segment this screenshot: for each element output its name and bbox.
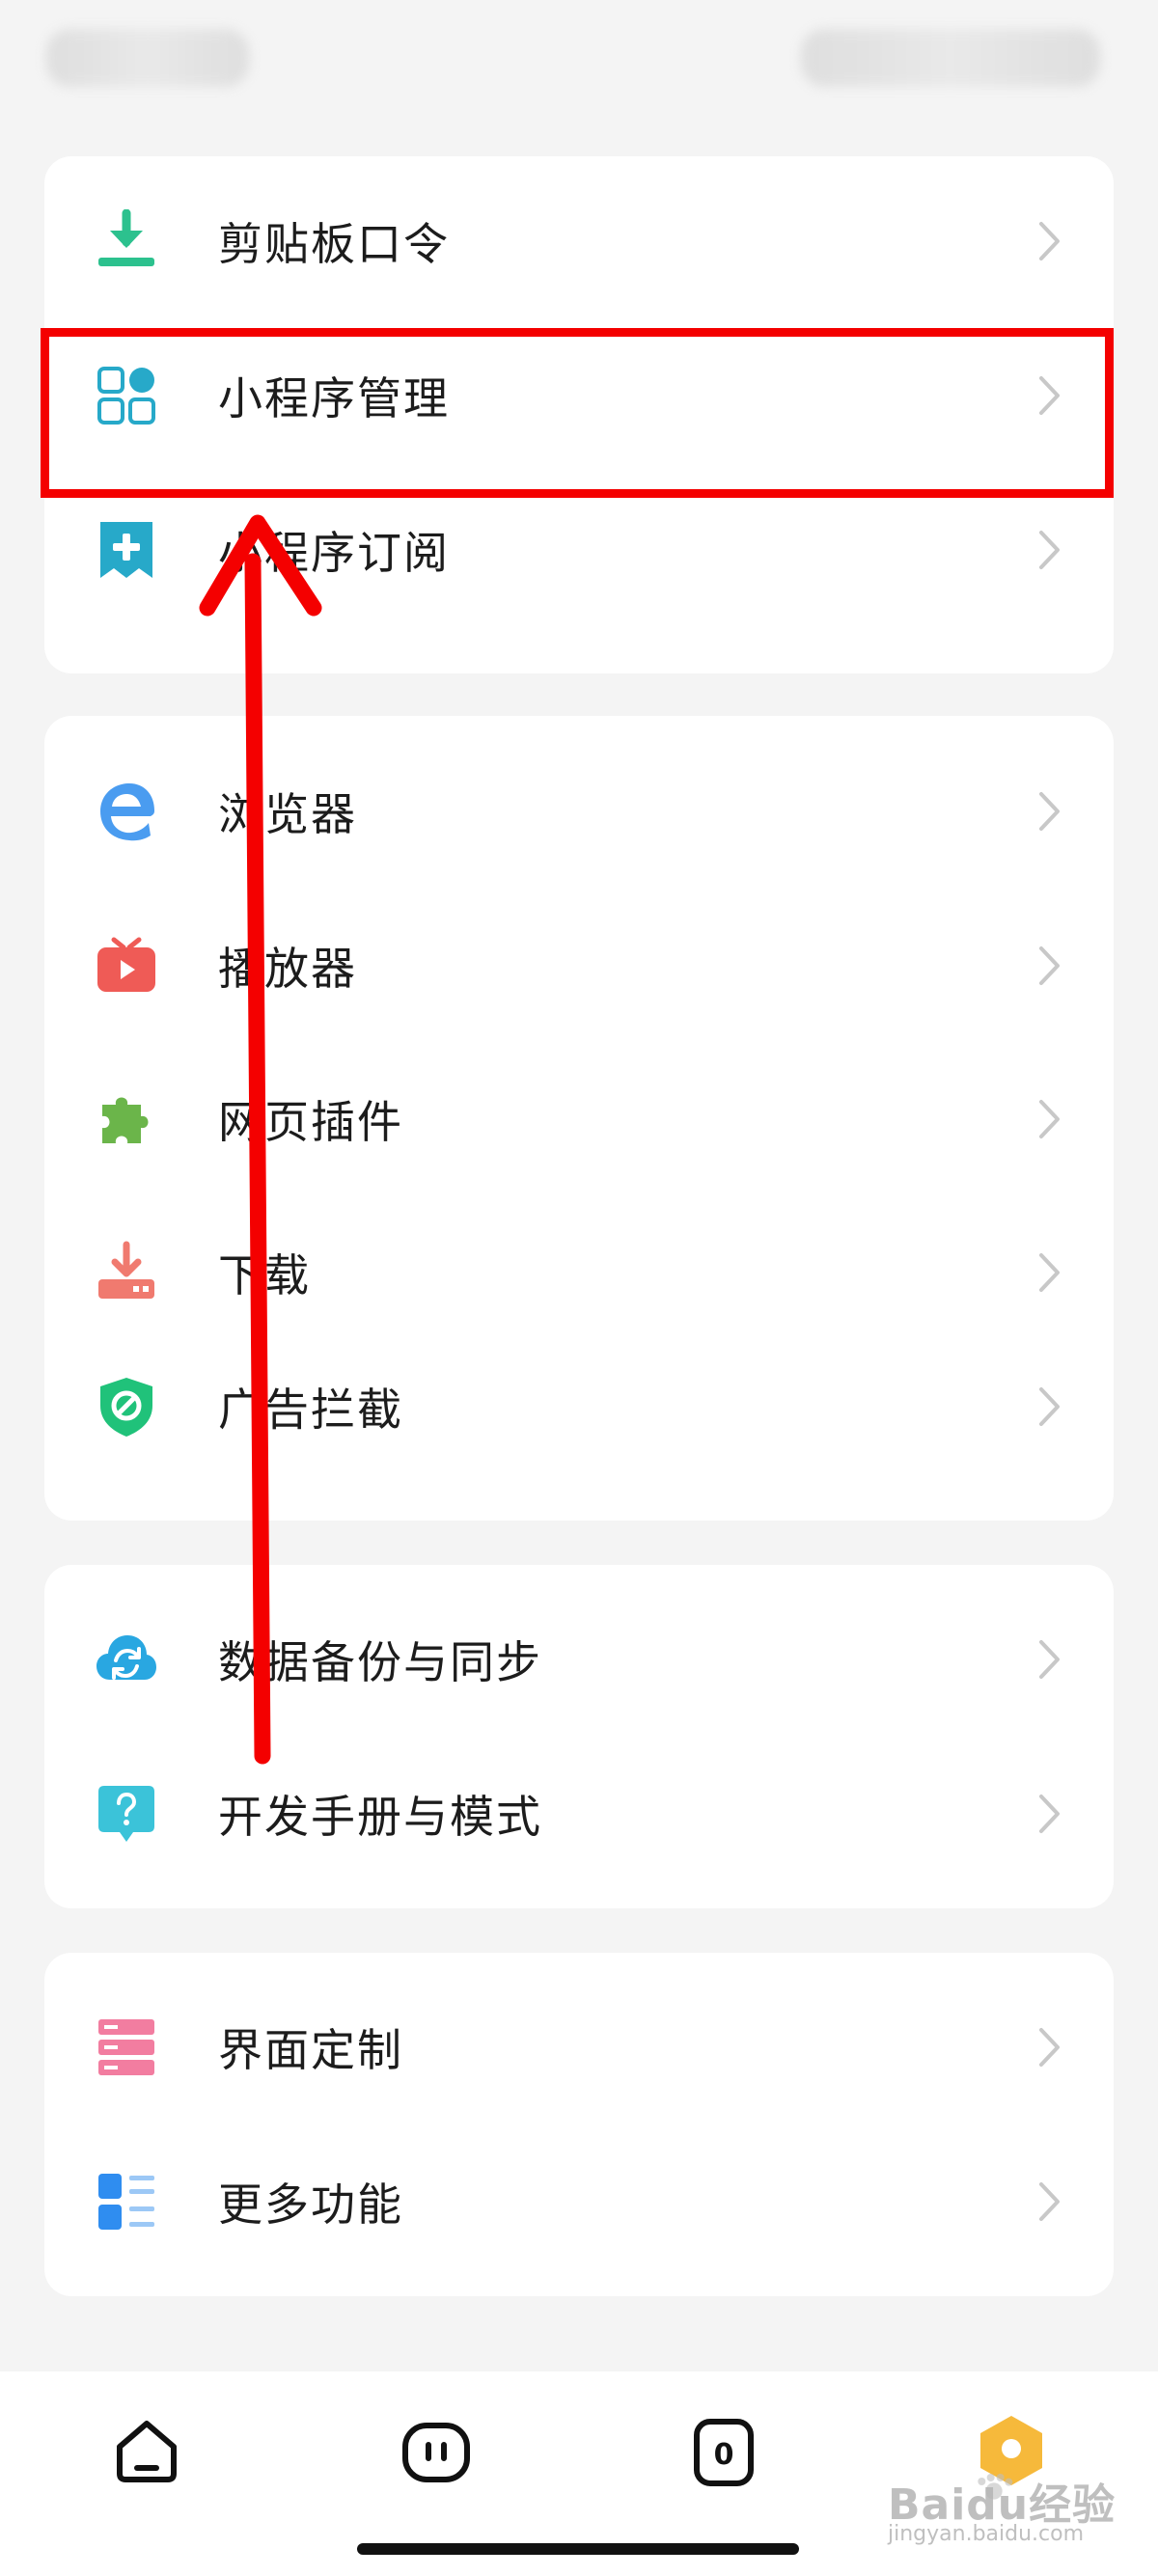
menu-item-label: 更多功能 <box>218 2179 403 2231</box>
nav-home-button[interactable] <box>108 2414 185 2491</box>
menu-item-browser[interactable]: 浏览器 <box>44 739 1114 884</box>
chevron-right-icon <box>1036 1097 1063 1141</box>
chevron-right-icon <box>1036 1250 1063 1295</box>
menu-item-label: 播放器 <box>218 943 357 995</box>
more-features-icon <box>95 2170 158 2233</box>
tab-count-text: 0 <box>714 2438 734 2472</box>
nav-tabs-button[interactable]: 0 <box>685 2414 762 2491</box>
settings-card-2: 浏览器 播放器 网页插件 下载 广告拦截 <box>44 716 1114 1521</box>
chevron-right-icon <box>1036 789 1063 834</box>
mini-program-grid-icon <box>95 364 158 427</box>
chevron-right-icon <box>1036 1384 1063 1429</box>
assistant-face-icon <box>402 2423 470 2482</box>
chevron-right-icon <box>1036 944 1063 988</box>
nav-assistant-button[interactable] <box>398 2414 475 2491</box>
browser-e-icon <box>95 780 158 843</box>
home-icon <box>117 2421 177 2482</box>
menu-item-mini-program-subscription[interactable]: 小程序订阅 <box>44 478 1114 622</box>
puzzle-plugin-icon <box>95 1087 158 1151</box>
blurred-left-text <box>46 29 249 87</box>
menu-item-label: 网页插件 <box>218 1096 403 1148</box>
chevron-right-icon <box>1036 2179 1063 2224</box>
tv-player-icon <box>95 934 158 998</box>
menu-item-label: 开发手册与模式 <box>218 1791 542 1843</box>
chevron-right-icon <box>1036 1637 1063 1682</box>
cloud-sync-icon <box>95 1628 158 1691</box>
menu-item-label: 广告拦截 <box>218 1384 403 1436</box>
menu-item-clipboard-token[interactable]: 剪贴板口令 <box>44 169 1114 314</box>
chevron-right-icon <box>1036 2025 1063 2069</box>
tabs-counter-icon: 0 <box>694 2419 754 2486</box>
menu-item-player[interactable]: 播放器 <box>44 893 1114 1038</box>
subscribe-bookmark-icon <box>95 518 158 582</box>
menu-item-mini-program-management[interactable]: 小程序管理 <box>44 323 1114 468</box>
menu-item-dev-manual-mode[interactable]: 开发手册与模式 <box>44 1741 1114 1886</box>
help-bubble-icon <box>95 1782 158 1846</box>
ad-block-shield-icon <box>95 1375 158 1439</box>
menu-item-web-plugins[interactable]: 网页插件 <box>44 1047 1114 1192</box>
clipboard-download-icon <box>95 209 158 273</box>
menu-item-ad-block[interactable]: 广告拦截 <box>44 1334 1114 1479</box>
chevron-right-icon <box>1036 219 1063 263</box>
menu-item-label: 剪贴板口令 <box>218 218 450 270</box>
menu-item-ui-customization[interactable]: 界面定制 <box>44 1975 1114 2120</box>
menu-item-label: 下载 <box>218 1249 311 1302</box>
download-tray-icon <box>95 1241 158 1304</box>
chevron-right-icon <box>1036 528 1063 572</box>
settings-card-4: 界面定制 更多功能 <box>44 1953 1114 2296</box>
menu-item-download[interactable]: 下载 <box>44 1200 1114 1345</box>
menu-item-label: 数据备份与同步 <box>218 1636 542 1688</box>
menu-item-label: 浏览器 <box>218 788 357 840</box>
settings-card-1: 剪贴板口令 小程序管理 小程序订阅 <box>44 156 1114 673</box>
watermark-sub-text: jingyan.baidu.com <box>888 2522 1085 2546</box>
home-indicator[interactable] <box>357 2543 799 2555</box>
layout-list-icon <box>95 2015 158 2079</box>
settings-card-3: 数据备份与同步 开发手册与模式 <box>44 1565 1114 1908</box>
top-bar <box>0 0 1158 108</box>
menu-item-more-features[interactable]: 更多功能 <box>44 2129 1114 2274</box>
blurred-right-text <box>801 29 1100 87</box>
menu-item-label: 小程序管理 <box>218 372 450 425</box>
menu-item-data-backup-sync[interactable]: 数据备份与同步 <box>44 1587 1114 1732</box>
menu-item-label: 小程序订阅 <box>218 527 450 579</box>
menu-item-label: 界面定制 <box>218 2024 403 2076</box>
chevron-right-icon <box>1036 373 1063 418</box>
chevron-right-icon <box>1036 1792 1063 1836</box>
